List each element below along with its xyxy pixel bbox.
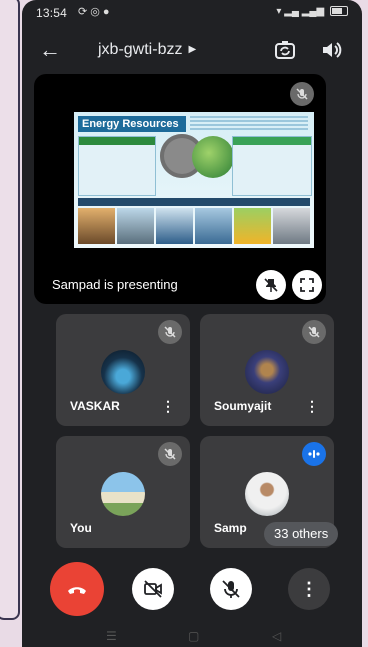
meeting-code-button[interactable]: jxb-gwti-bzz ▶ xyxy=(98,41,196,59)
mic-off-button[interactable] xyxy=(210,568,252,610)
slide-panel-right xyxy=(232,136,312,196)
system-nav-bar: ☰ ▢ ◁ xyxy=(22,625,362,647)
slide-text-block xyxy=(190,116,308,130)
top-bar: ← jxb-gwti-bzz ▶ xyxy=(22,32,362,68)
participant-name: You xyxy=(70,521,92,535)
fullscreen-icon[interactable] xyxy=(292,270,322,300)
end-call-button[interactable] xyxy=(50,562,104,616)
phone-screen: 13:54 ⟳ ◎ ● ▾ ▂▄ ▂▄▆ ← jxb-gwti-bzz ▶ En… xyxy=(22,0,362,647)
back-arrow-icon[interactable]: ← xyxy=(36,36,64,64)
participant-tile[interactable]: You xyxy=(56,436,190,548)
notification-icons: ⟳ ◎ ● xyxy=(78,6,110,18)
slide-photo-strip xyxy=(78,208,310,244)
slide-panel-left xyxy=(78,136,156,196)
speaker-icon[interactable] xyxy=(318,37,344,63)
signal-battery-icon: ▾ ▂▄ ▂▄▆ xyxy=(276,6,348,17)
participant-tile[interactable]: VASKAR ⋮ xyxy=(56,314,190,426)
avatar xyxy=(101,350,145,394)
mic-off-icon xyxy=(158,442,182,466)
participant-name: Samp xyxy=(214,521,247,535)
participant-tile[interactable]: Samp 33 others xyxy=(200,436,339,548)
slide-banner xyxy=(78,198,310,206)
camera-off-button[interactable] xyxy=(132,568,174,610)
more-vert-icon[interactable]: ⋮ xyxy=(304,398,320,414)
presenter-label: Sampad is presenting xyxy=(52,277,178,292)
presentation-tile[interactable]: Energy Resources Sampad is presenting xyxy=(34,74,326,304)
meeting-code: jxb-gwti-bzz xyxy=(98,41,183,58)
status-bar: 13:54 ⟳ ◎ ● ▾ ▂▄ ▂▄▆ xyxy=(22,0,362,26)
chevron-right-icon: ▶ xyxy=(188,44,197,55)
avatar xyxy=(101,472,145,516)
avatar xyxy=(245,472,289,516)
participant-name: VASKAR xyxy=(70,399,120,413)
home-icon[interactable]: ▢ xyxy=(188,629,199,643)
mic-off-icon xyxy=(302,320,326,344)
recents-icon[interactable]: ☰ xyxy=(106,629,117,643)
others-count-chip[interactable]: 33 others xyxy=(264,522,339,546)
globe-illustration xyxy=(192,136,234,178)
more-options-button[interactable]: ⋮ xyxy=(288,568,330,610)
more-vert-icon[interactable]: ⋮ xyxy=(160,398,176,414)
participant-tile[interactable]: Soumyajit ⋮ xyxy=(200,314,334,426)
switch-camera-icon[interactable] xyxy=(272,37,298,63)
slide-title: Energy Resources xyxy=(78,116,186,132)
status-time: 13:54 xyxy=(36,6,68,20)
pin-off-icon[interactable] xyxy=(256,270,286,300)
background-frame xyxy=(0,0,20,620)
mic-off-icon xyxy=(290,82,314,106)
speaking-indicator-icon xyxy=(302,442,326,466)
avatar xyxy=(245,350,289,394)
participant-name: Soumyajit xyxy=(214,399,272,413)
back-nav-icon[interactable]: ◁ xyxy=(272,629,281,643)
shared-slide: Energy Resources xyxy=(74,112,314,248)
mic-off-icon xyxy=(158,320,182,344)
